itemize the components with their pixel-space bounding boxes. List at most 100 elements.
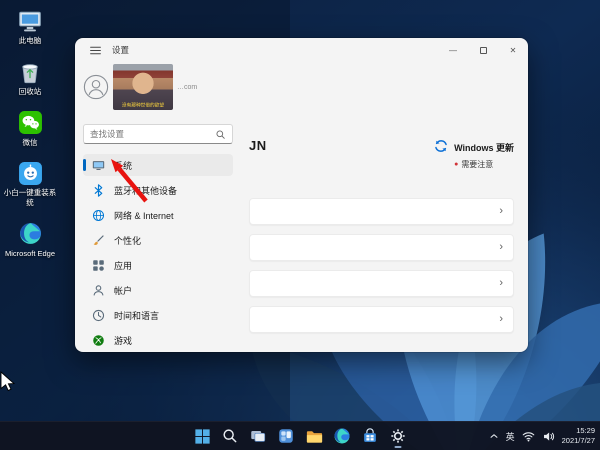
nav-item-label: 时间和语言 <box>114 309 159 322</box>
settings-main-pane: JN Windows 更新 ● 需要注意 › › › › <box>241 62 528 352</box>
desktop-icon-label: 回收站 <box>19 87 42 97</box>
titlebar[interactable]: 设置 — ✕ <box>75 38 528 62</box>
taskbar-edge-button[interactable] <box>330 424 354 448</box>
nav-item-label: 个性化 <box>114 234 141 247</box>
settings-sidebar: 没有那种世俗的欲望 …com 系统蓝牙和其他设备网络 & Internet 个性化… <box>75 62 241 352</box>
clock[interactable]: 15:29 2021/7/27 <box>562 426 595 446</box>
chevron-right-icon: › <box>499 206 503 217</box>
nav-item-label: 系统 <box>114 159 132 172</box>
network-icon <box>92 209 105 222</box>
taskbar-store-button[interactable] <box>358 424 382 448</box>
search-input[interactable] <box>90 129 215 139</box>
settings-row[interactable]: › <box>249 198 514 225</box>
settings-icon <box>389 427 407 445</box>
taskbar-search-button[interactable] <box>218 424 242 448</box>
network-icon[interactable] <box>522 430 535 443</box>
accounts-icon <box>92 284 105 297</box>
desktop-icon-label: 小白一键重装系统 <box>3 188 57 208</box>
nav-item-network[interactable]: 网络 & Internet <box>83 204 233 226</box>
settings-window: 设置 — ✕ 没有那种世俗的欲望 …com 系统蓝牙和其他设备网络 & Inte… <box>75 38 528 352</box>
nav-item-time-language[interactable]: 时间和语言 <box>83 304 233 326</box>
taskbar-start-button[interactable] <box>190 424 214 448</box>
nav-item-personalization[interactable]: 个性化 <box>83 229 233 251</box>
nav-item-label: 网络 & Internet <box>114 209 174 222</box>
search-icon <box>215 129 226 140</box>
wechat-icon <box>18 110 43 136</box>
desktop-icon-label: 此电脑 <box>19 36 42 46</box>
desktop-icon-edge[interactable]: Microsoft Edge <box>2 221 58 259</box>
taskbar-buttons <box>190 422 410 450</box>
desktop-icon-xiaobai[interactable]: 小白一键重装系统 <box>2 160 58 208</box>
avatar-caption: 没有那种世俗的欲望 <box>120 101 167 108</box>
volume-icon[interactable] <box>542 430 555 443</box>
search-icon <box>221 427 239 445</box>
store-icon <box>361 427 379 445</box>
nav-item-label: 帐户 <box>114 284 132 297</box>
avatar[interactable]: 没有那种世俗的欲望 <box>113 64 173 110</box>
settings-search-box[interactable] <box>83 124 233 144</box>
chevron-right-icon: › <box>499 278 503 289</box>
window-title: 设置 <box>112 44 129 56</box>
account-area[interactable]: 没有那种世俗的欲望 …com <box>83 62 233 112</box>
nav-item-label: 游戏 <box>114 334 132 347</box>
tray-date: 2021/7/27 <box>562 436 595 445</box>
nav-item-gaming[interactable]: 游戏 <box>83 329 233 351</box>
edge-icon <box>18 221 43 247</box>
windows-update-label: Windows 更新 <box>454 143 514 153</box>
desktop-icon-wechat[interactable]: 微信 <box>2 110 58 148</box>
nav-item-system[interactable]: 系统 <box>83 154 233 176</box>
maximize-icon <box>480 47 487 54</box>
system-icon <box>92 159 105 172</box>
time-language-icon <box>92 309 105 322</box>
edge-icon <box>333 427 351 445</box>
recycle-bin-icon <box>17 59 43 85</box>
nav-item-label: 蓝牙和其他设备 <box>114 184 177 197</box>
settings-row[interactable]: › <box>249 234 514 261</box>
update-status-text: 需要注意 <box>461 159 493 170</box>
minimize-icon: — <box>449 46 457 55</box>
tray-time: 15:29 <box>576 426 595 435</box>
xiaobai-icon <box>18 160 43 186</box>
tray-chevron-up-icon[interactable] <box>489 431 499 441</box>
nav-item-label: 应用 <box>114 259 132 272</box>
taskbar-file-explorer-button[interactable] <box>302 424 326 448</box>
maximize-button[interactable] <box>468 38 498 62</box>
desktop-icon-label: Microsoft Edge <box>5 249 55 259</box>
settings-row[interactable]: › <box>249 306 514 333</box>
person-circle-icon <box>83 74 109 100</box>
bluetooth-icon <box>92 184 105 197</box>
desktop-icon-area: 此电脑回收站微信小白一键重装系统 Microsoft Edge <box>2 8 58 259</box>
chevron-right-icon: › <box>499 314 503 325</box>
taskbar: 英 15:29 2021/7/27 <box>0 421 600 450</box>
chevron-right-icon: › <box>499 242 503 253</box>
nav-item-accounts[interactable]: 帐户 <box>83 279 233 301</box>
nav-item-bluetooth[interactable]: 蓝牙和其他设备 <box>83 179 233 201</box>
account-email: …com <box>177 84 197 91</box>
personalization-icon <box>92 234 105 247</box>
taskbar-widgets-button[interactable] <box>274 424 298 448</box>
desktop-icon-this-pc[interactable]: 此电脑 <box>2 8 58 46</box>
file-explorer-icon <box>305 427 324 446</box>
settings-nav: 系统蓝牙和其他设备网络 & Internet个性化应用帐户时间和语言游戏辅助功能 <box>83 154 233 352</box>
ime-indicator[interactable]: 英 <box>506 430 515 443</box>
desktop-icon-label: 微信 <box>23 138 38 148</box>
windows-update-block[interactable]: Windows 更新 ● 需要注意 <box>434 138 514 170</box>
windows-update-icon <box>434 139 448 153</box>
desktop-icon-recycle-bin[interactable]: 回收站 <box>2 59 58 97</box>
settings-rows: › › › › <box>249 198 514 333</box>
close-button[interactable]: ✕ <box>498 38 528 62</box>
device-name: JN <box>249 138 267 153</box>
system-tray: 英 15:29 2021/7/27 <box>489 422 595 450</box>
start-icon <box>193 427 212 446</box>
minimize-button[interactable]: — <box>438 38 468 62</box>
close-icon: ✕ <box>510 46 517 55</box>
taskbar-settings-button[interactable] <box>386 424 410 448</box>
settings-row[interactable]: › <box>249 270 514 297</box>
hamburger-menu-button[interactable] <box>85 41 105 59</box>
nav-item-apps[interactable]: 应用 <box>83 254 233 276</box>
this-pc-icon <box>17 8 43 34</box>
taskbar-task-view-button[interactable] <box>246 424 270 448</box>
attention-dot-icon: ● <box>454 161 458 168</box>
task-view-icon <box>249 427 267 445</box>
apps-icon <box>92 259 105 272</box>
